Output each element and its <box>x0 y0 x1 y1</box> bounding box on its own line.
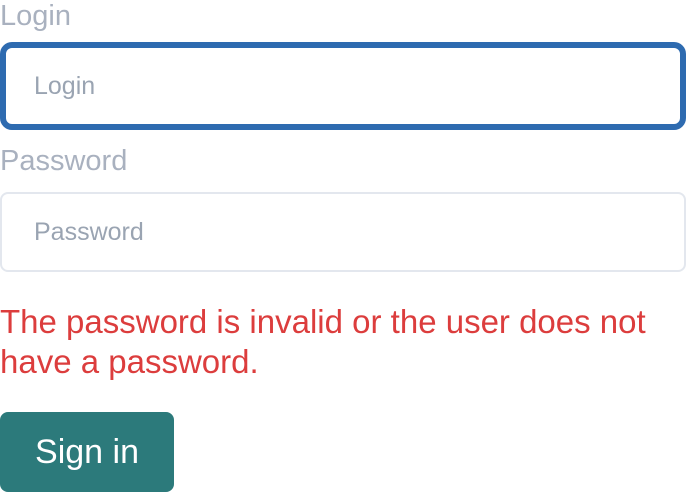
login-form: Login Password The password is invalid o… <box>0 0 686 492</box>
password-input[interactable] <box>0 192 686 272</box>
password-label: Password <box>0 145 128 177</box>
error-message: The password is invalid or the user does… <box>0 303 646 380</box>
login-label: Login <box>0 0 71 32</box>
sign-in-button[interactable]: Sign in <box>0 412 174 492</box>
login-input[interactable] <box>0 42 686 130</box>
